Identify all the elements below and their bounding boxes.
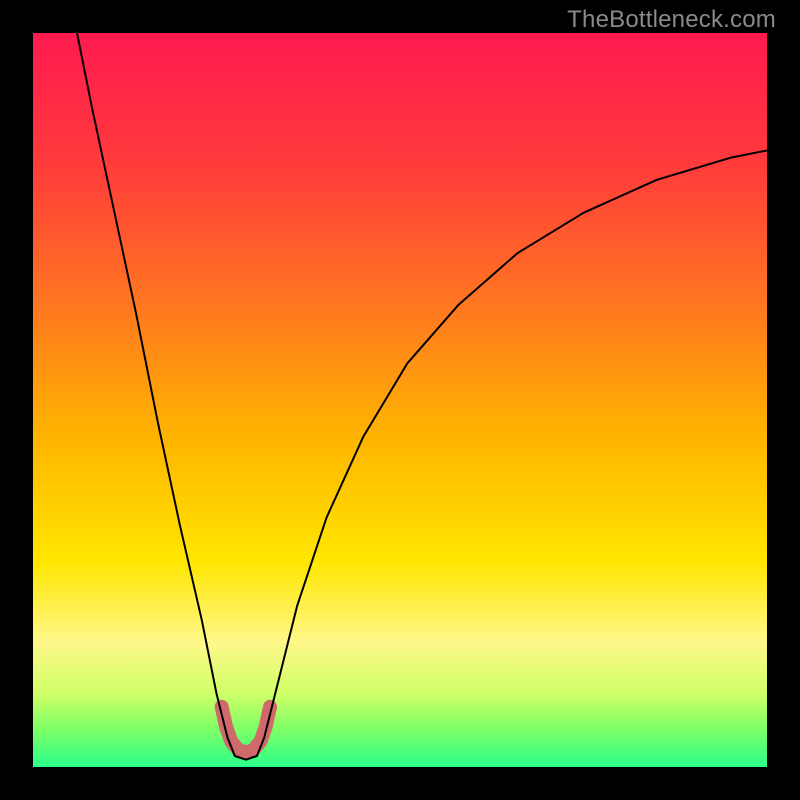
watermark-text: TheBottleneck.com — [567, 6, 776, 34]
chart-svg — [33, 33, 767, 767]
chart-background — [33, 33, 767, 767]
chart-plot-area — [33, 33, 767, 767]
chart-frame: TheBottleneck.com — [0, 0, 800, 800]
